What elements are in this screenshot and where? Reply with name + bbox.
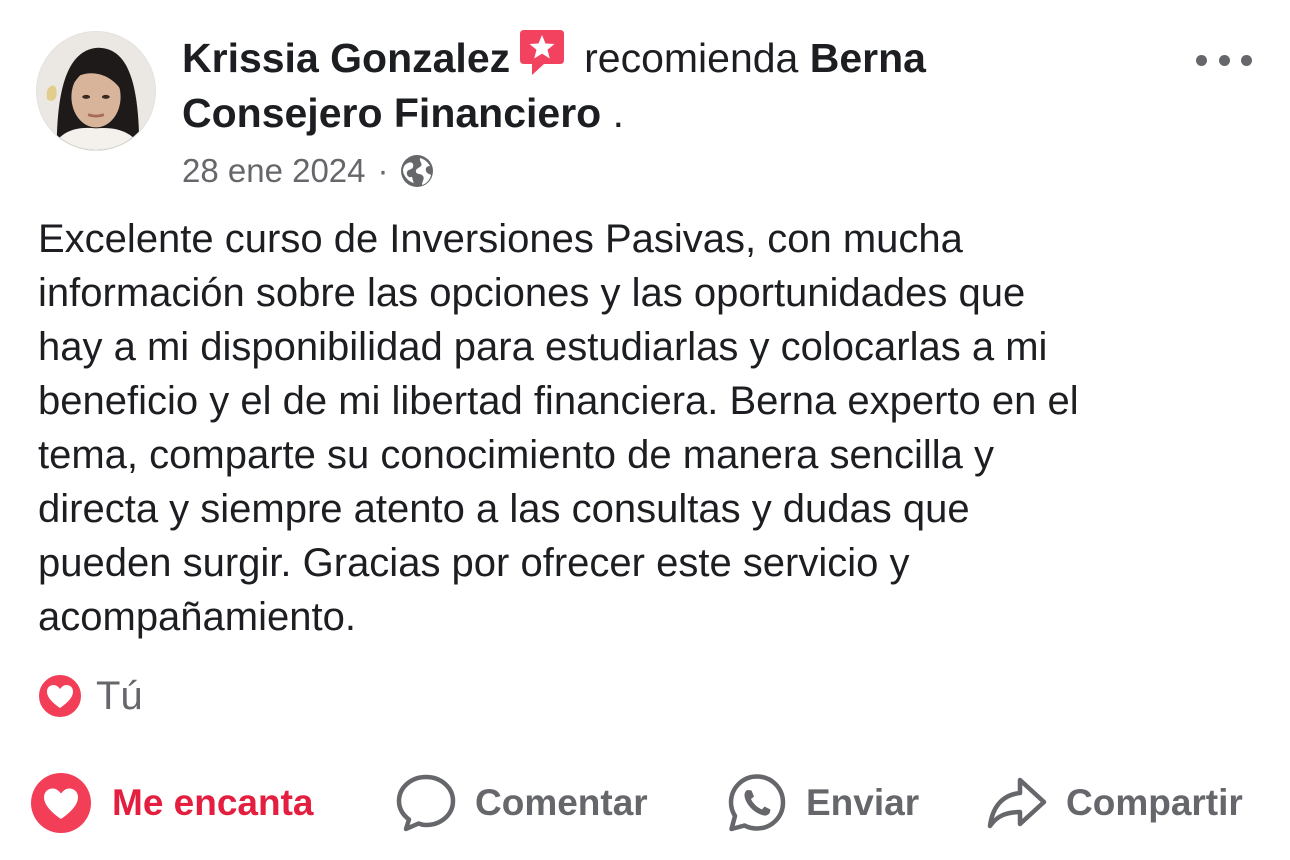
share-label: Compartir [1066, 782, 1243, 823]
share-icon [987, 777, 1047, 829]
send-label: Enviar [806, 782, 920, 823]
post-headline: Krissia Gonzalez recomienda Berna Consej… [182, 28, 1102, 141]
share-button[interactable]: Compartir [986, 768, 1243, 838]
post-date[interactable]: 28 ene 2024 [182, 152, 366, 190]
recommend-star-badge-icon [518, 28, 566, 78]
love-icon [31, 773, 91, 833]
love-label: Me encanta [112, 782, 314, 823]
recommend-verb: recomienda [584, 35, 799, 81]
comment-label: Comentar [475, 782, 648, 823]
reactions-who: Tú [96, 673, 143, 718]
more-dot-2 [1218, 54, 1230, 66]
love-button[interactable]: Me encanta [30, 768, 314, 838]
globe-icon[interactable] [399, 153, 435, 189]
send-button[interactable]: Enviar [726, 768, 919, 838]
meta-separator: · [377, 152, 389, 189]
comment-icon [396, 774, 456, 832]
reactions-summary[interactable]: Tú [36, 672, 143, 720]
headline-period: . [612, 90, 625, 136]
post-text: Excelente curso de Inversiones Pasivas, … [38, 217, 1079, 639]
author-name[interactable]: Krissia Gonzalez [182, 35, 510, 81]
more-options-icon[interactable] [1196, 48, 1252, 72]
post-header: Krissia Gonzalez recomienda Berna Consej… [182, 28, 1102, 193]
whatsapp-icon [728, 774, 786, 832]
comment-button[interactable]: Comentar [395, 768, 648, 838]
more-dot-1 [1196, 54, 1207, 66]
more-dot-3 [1241, 54, 1252, 66]
author-avatar[interactable] [36, 31, 156, 151]
action-bar: Me encanta Comentar Enviar Compartir [30, 768, 1270, 838]
love-reaction-icon [36, 672, 84, 720]
post-meta: 28 ene 2024 · [182, 149, 1102, 193]
